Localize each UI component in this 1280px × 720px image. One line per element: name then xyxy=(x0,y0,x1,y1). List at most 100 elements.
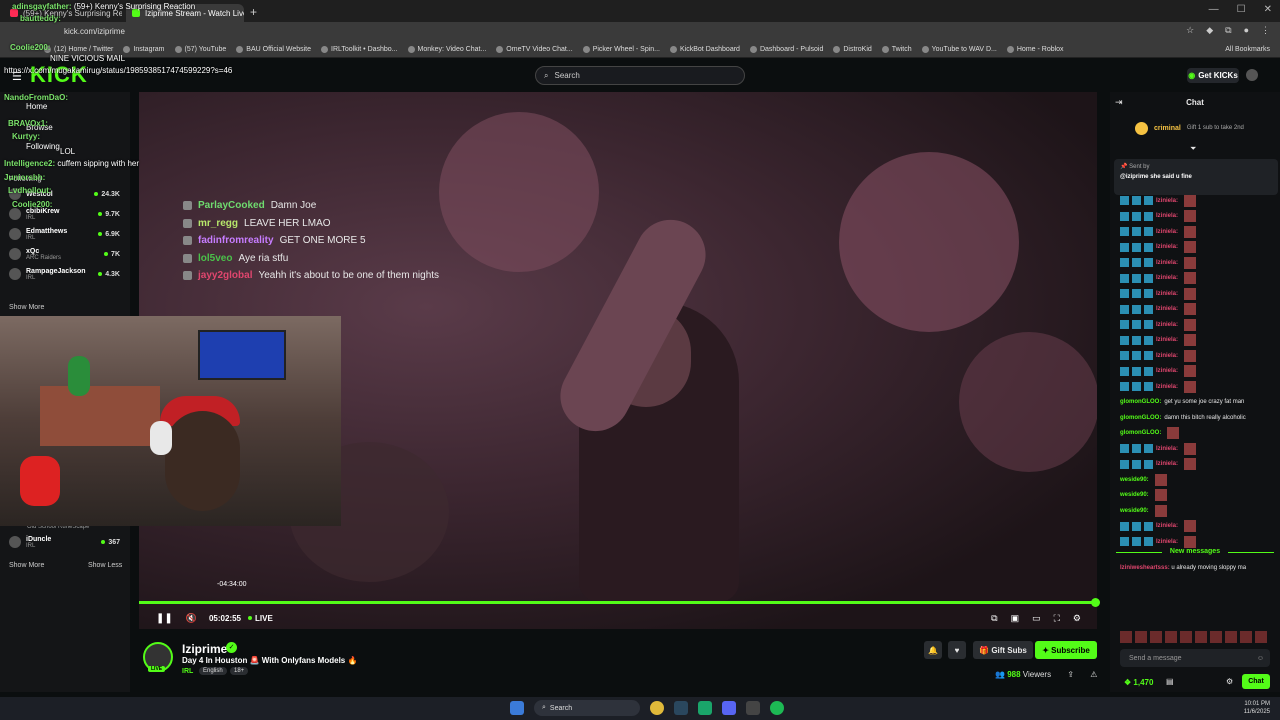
extension-icon[interactable]: ◆ xyxy=(1206,25,1213,36)
emote-image[interactable] xyxy=(1150,631,1162,643)
sidebar-channel[interactable]: Edmatthews IRL 6.9K xyxy=(0,224,130,244)
bookmark-item[interactable]: Instagram xyxy=(123,45,165,53)
expand-icon[interactable]: ⏷ xyxy=(1190,144,1196,154)
minimize-icon[interactable]: — xyxy=(1209,4,1219,15)
bookmark-item[interactable]: BAU Official Website xyxy=(236,45,311,53)
get-kicks-button[interactable]: ◉ Get KICKs xyxy=(1187,68,1239,83)
menu-icon[interactable]: ⋮ xyxy=(1261,25,1270,36)
report-icon[interactable]: ⚠ xyxy=(1090,670,1097,679)
emote-image[interactable] xyxy=(1135,631,1147,643)
gift-leaderboard[interactable]: criminal Gift 1 sub to take 2nd xyxy=(1110,114,1280,142)
new-tab-icon[interactable]: + xyxy=(250,5,257,19)
show-more-link[interactable]: Show More xyxy=(0,304,44,311)
app-icon[interactable] xyxy=(746,701,760,715)
avatar xyxy=(9,208,21,220)
bookmark-item[interactable]: IRLToolkit • Dashbo... xyxy=(321,45,398,53)
pinned-message[interactable]: 📌 Sent by @iziprime she said u fine xyxy=(1114,159,1278,195)
windows-start-icon[interactable] xyxy=(510,701,524,715)
emote-image[interactable] xyxy=(1195,631,1207,643)
discord-icon[interactable] xyxy=(722,701,736,715)
badge-icon xyxy=(183,201,192,211)
emote-image[interactable] xyxy=(1225,631,1237,643)
miniplayer-icon[interactable]: ⧉ xyxy=(991,613,997,624)
kicks-balance[interactable]: ❖ 1,470 xyxy=(1124,678,1153,687)
show-more-link[interactable]: Show More xyxy=(0,562,44,569)
pause-icon[interactable]: ❚❚ xyxy=(156,613,173,624)
share-icon[interactable]: ⇪ xyxy=(1067,670,1074,679)
search-input[interactable]: ⌕ Search xyxy=(535,66,745,85)
emote-image[interactable] xyxy=(1165,631,1177,643)
chat-settings-icon[interactable]: ⚙ xyxy=(1226,677,1233,686)
bookmark-item[interactable]: Twitch xyxy=(881,45,912,53)
extensions-icon[interactable]: ⧉ xyxy=(1225,25,1231,36)
emote-image[interactable] xyxy=(1255,631,1267,643)
fullscreen-icon[interactable]: ⛶ xyxy=(1054,613,1060,624)
chat-message: Iziniela: xyxy=(1120,224,1280,240)
emote-image[interactable] xyxy=(1180,631,1192,643)
seek-handle[interactable] xyxy=(1091,598,1100,607)
emote-image[interactable] xyxy=(1210,631,1222,643)
sidebar-channel[interactable]: iDuncle IRL 367 xyxy=(0,532,130,552)
all-bookmarks[interactable]: All Bookmarks xyxy=(1225,46,1270,53)
seek-bar[interactable] xyxy=(139,598,1100,607)
avatar xyxy=(9,536,21,548)
chat-send-button[interactable]: Chat xyxy=(1242,674,1270,689)
url-text[interactable]: kick.com/iziprime xyxy=(64,27,125,36)
notification-bell-icon[interactable]: 🔔 xyxy=(924,641,942,659)
bookmark-item[interactable]: DistroKid xyxy=(833,45,872,53)
theater-mode-icon[interactable]: ▭ xyxy=(1032,613,1041,624)
sidebar-channel[interactable]: RampageJackson IRL 4.3K xyxy=(0,264,130,284)
emote-image[interactable] xyxy=(1240,631,1252,643)
settings-icon[interactable]: ⚙ xyxy=(1073,613,1081,624)
follow-heart-icon[interactable]: ♥ xyxy=(948,641,966,659)
maximize-icon[interactable]: ☐ xyxy=(1237,4,1246,15)
overlay-chat-line: NINE VICIOUS MAIL xyxy=(50,54,126,63)
bookmark-item[interactable]: OmeTV Video Chat... xyxy=(496,45,573,53)
emoji-icon[interactable]: ☺ xyxy=(1257,655,1264,662)
bookmark-item[interactable]: Dashboard - Pulsoid xyxy=(749,45,823,53)
bookmark-item[interactable]: Picker Wheel - Spin... xyxy=(582,45,660,53)
tag-mature[interactable]: 18+ xyxy=(230,667,249,675)
chat-input[interactable]: Send a message ☺ xyxy=(1120,649,1270,667)
close-window-icon[interactable]: ✕ xyxy=(1264,4,1272,15)
badge-icon xyxy=(1132,366,1141,376)
taskbar-search[interactable]: ⌕ Search xyxy=(534,700,640,716)
chat-feature-icon[interactable]: ▤ xyxy=(1166,677,1174,686)
bookmark-item[interactable]: (57) YouTube xyxy=(174,45,226,53)
live-indicator[interactable]: LIVE xyxy=(248,614,273,623)
tag-language[interactable]: English xyxy=(199,667,227,675)
streamer-name[interactable]: Iziprime xyxy=(182,642,227,656)
bookmark-item[interactable]: Monkey: Video Chat... xyxy=(407,45,486,53)
emote-image[interactable] xyxy=(1120,631,1132,643)
gift-subs-button[interactable]: 🎁 Gift Subs xyxy=(973,641,1033,659)
show-less-link[interactable]: Show Less xyxy=(79,562,122,569)
bookmark-item[interactable]: (12) Home / Twitter xyxy=(44,45,113,53)
bookmark-item[interactable]: KickBot Dashboard xyxy=(670,45,740,53)
bookmark-item[interactable]: YouTube to WAV D... xyxy=(921,45,997,53)
video-chat-line: mr_regg LEAVE HER LMAO xyxy=(183,215,439,233)
steam-icon[interactable] xyxy=(674,701,688,715)
overlay-chat-line: LOL xyxy=(60,147,76,156)
sidebar-nav-following[interactable]: Following xyxy=(26,142,60,151)
overlay-chat-line: Juniorsbh: xyxy=(4,173,46,182)
spotify-icon[interactable] xyxy=(770,701,784,715)
badge-icon xyxy=(183,271,192,281)
chrome-icon[interactable] xyxy=(650,701,664,715)
emote-image xyxy=(1184,365,1197,378)
clip-icon[interactable]: ▣ xyxy=(1011,613,1020,624)
sidebar-channel[interactable]: xQc ARC Raiders 7K xyxy=(0,244,130,264)
bookmark-item[interactable]: Home - Roblox xyxy=(1006,45,1064,53)
sidebar-nav-home[interactable]: Home xyxy=(26,102,47,111)
address-bar[interactable]: kick.com/iziprime ☆ ◆ ⧉ ● ⋮ xyxy=(0,22,1280,41)
badge-icon xyxy=(1120,366,1129,376)
user-avatar[interactable] xyxy=(1246,69,1258,81)
profile-icon[interactable]: ● xyxy=(1244,25,1249,36)
wallpaper-flower xyxy=(839,152,1019,332)
system-clock[interactable]: 10:01 PM 11/6/2025 xyxy=(1244,700,1270,716)
subscribe-button[interactable]: ✦ Subscribe xyxy=(1035,641,1097,659)
category-link[interactable]: IRL xyxy=(182,668,193,675)
star-icon[interactable]: ☆ xyxy=(1186,25,1194,36)
mute-icon[interactable]: 🔇 xyxy=(186,613,197,624)
app-icon[interactable] xyxy=(698,701,712,715)
chat-message: weside90: xyxy=(1120,472,1280,488)
